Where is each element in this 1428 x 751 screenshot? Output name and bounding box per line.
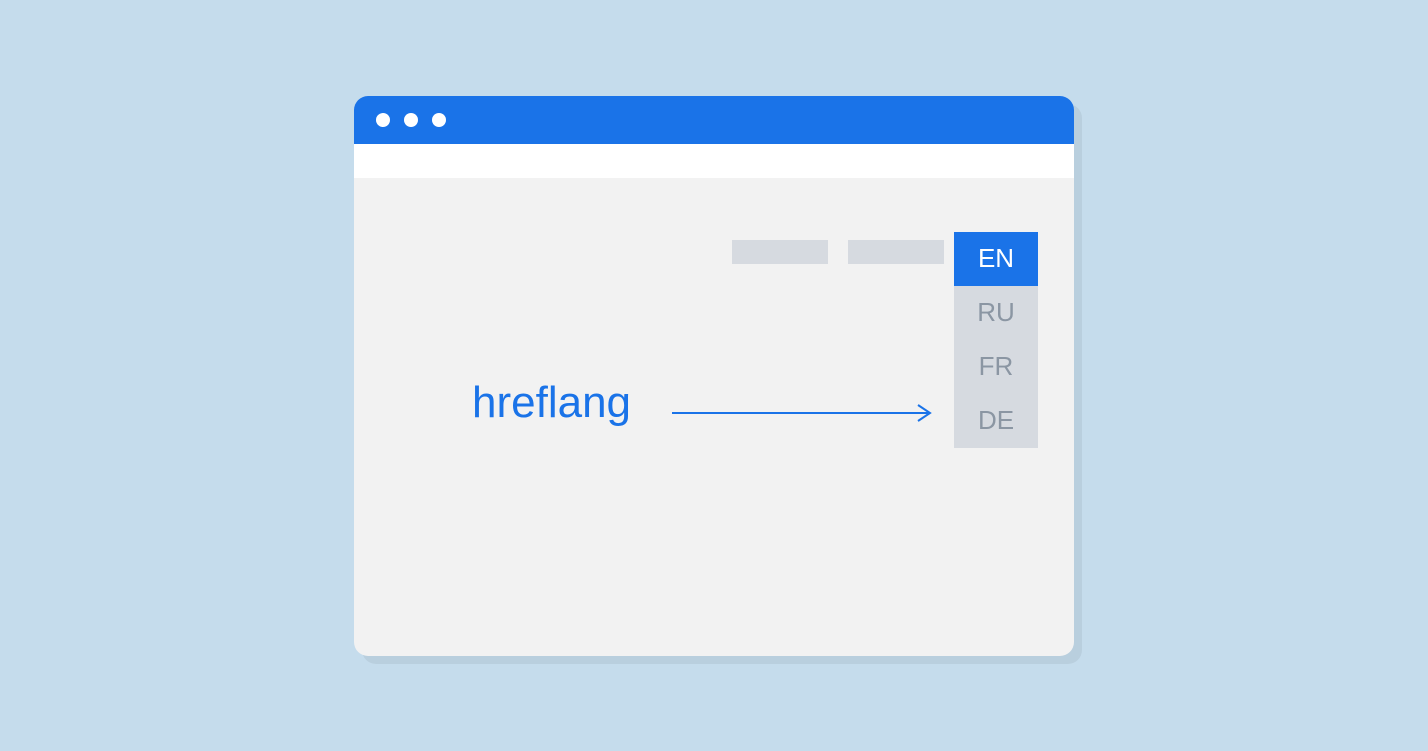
nav-placeholders bbox=[732, 240, 944, 264]
page-content: EN RU FR DE hreflang bbox=[354, 178, 1074, 656]
arrow-icon bbox=[672, 403, 940, 423]
language-option-selected[interactable]: EN bbox=[954, 232, 1038, 286]
window-control-close-icon[interactable] bbox=[376, 113, 390, 127]
window-control-minimize-icon[interactable] bbox=[404, 113, 418, 127]
nav-item-placeholder bbox=[732, 240, 828, 264]
browser-window: EN RU FR DE hreflang bbox=[354, 96, 1074, 656]
window-control-maximize-icon[interactable] bbox=[432, 113, 446, 127]
hreflang-label: hreflang bbox=[472, 378, 631, 428]
language-option[interactable]: DE bbox=[954, 394, 1038, 448]
language-option[interactable]: FR bbox=[954, 340, 1038, 394]
nav-item-placeholder bbox=[848, 240, 944, 264]
language-selector[interactable]: EN RU FR DE bbox=[954, 232, 1038, 448]
browser-titlebar bbox=[354, 96, 1074, 144]
language-option[interactable]: RU bbox=[954, 286, 1038, 340]
browser-url-bar bbox=[354, 144, 1074, 178]
